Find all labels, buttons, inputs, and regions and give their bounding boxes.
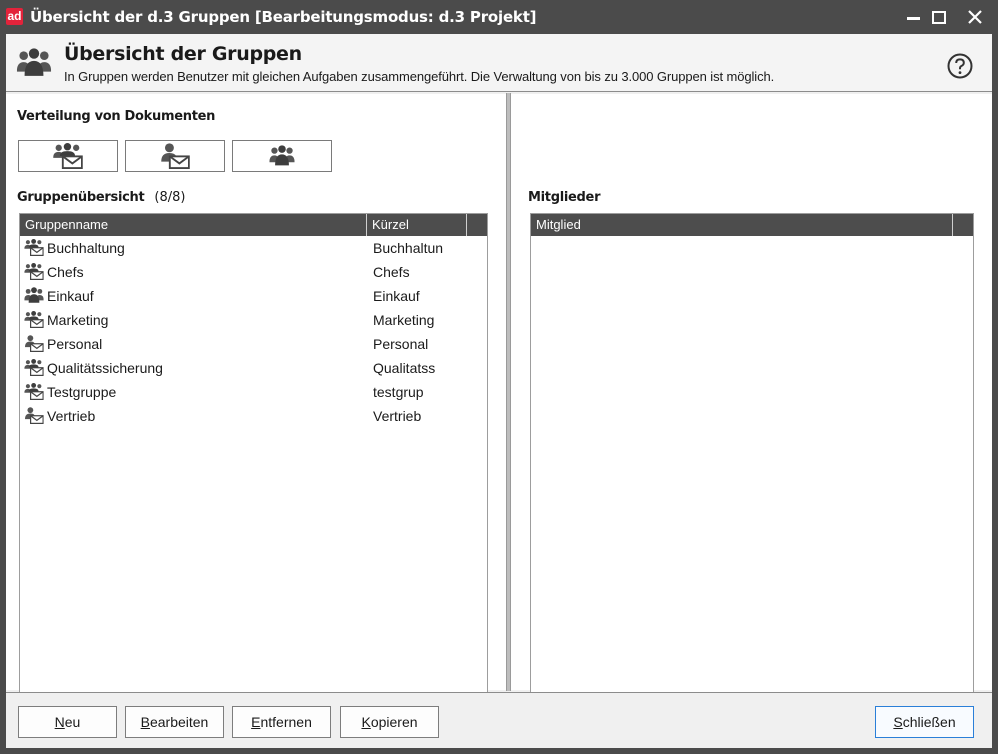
column-header-group-name[interactable]: Gruppenname (20, 214, 367, 236)
group-name: Qualitätssicherung (47, 359, 163, 376)
groups-list-header: Gruppenname Kürzel (20, 214, 487, 236)
group-mail-icon (24, 359, 44, 376)
dialog-header: Übersicht der Gruppen In Gruppen werden … (6, 34, 992, 92)
group-icon (14, 48, 54, 78)
table-row[interactable]: Testgruppe testgrup (20, 380, 487, 404)
edit-button-label: earbeiten (149, 714, 209, 730)
groups-panel: Verteilung von Dokumenten Gruppenübersic… (6, 94, 506, 705)
user-mail-icon (160, 143, 190, 169)
group-name-cell: Buchhaltung (24, 239, 125, 256)
group-name-cell: Vertrieb (24, 407, 95, 424)
table-row[interactable]: Vertrieb Vertrieb (20, 404, 487, 428)
copy-button-accel: K (361, 714, 371, 730)
user-mail-icon (24, 335, 44, 352)
group-mail-icon (24, 263, 44, 280)
group-name: Marketing (47, 311, 109, 328)
groups-overview-title: Gruppenübersicht (17, 190, 145, 205)
title-bar[interactable]: ad Übersicht der d.3 Gruppen [Bearbeitun… (0, 0, 998, 34)
table-row[interactable]: Qualitätssicherung Qualitatss (20, 356, 487, 380)
group-mail-icon (24, 311, 44, 328)
group-short-name: Qualitatss (373, 360, 436, 376)
app-logo: ad (6, 8, 23, 25)
group-name: Chefs (47, 263, 84, 280)
group-short-name: testgrup (373, 384, 424, 400)
new-button[interactable]: Neu (18, 706, 117, 738)
table-row[interactable]: Einkauf Einkauf (20, 284, 487, 308)
column-header-member[interactable]: Mitglied (531, 214, 953, 236)
group-mail-icon (24, 239, 44, 256)
group-short-name: Marketing (373, 312, 435, 328)
new-button-label: eu (64, 714, 81, 730)
minimize-icon (906, 16, 920, 20)
distribute-group-mail-button[interactable] (18, 140, 118, 172)
group-short-name: Vertrieb (373, 408, 422, 424)
dialog-footer: Neu Bearbeiten Entfernen Kopieren Schlie… (6, 692, 992, 748)
distribute-group-button[interactable] (232, 140, 332, 172)
page-title: Übersicht der Gruppen (64, 43, 302, 65)
copy-button[interactable]: Kopieren (340, 706, 439, 738)
groups-overview-label: Gruppenübersicht (8/8) (17, 190, 185, 205)
group-name-cell: Qualitätssicherung (24, 359, 163, 376)
page-description: In Gruppen werden Benutzer mit gleichen … (64, 69, 775, 84)
members-panel: Mitglieder Mitglied (511, 94, 992, 705)
group-name-cell: Personal (24, 335, 102, 352)
group-name: Personal (47, 335, 103, 352)
help-icon[interactable] (947, 53, 973, 79)
dialog-client-area: Übersicht der Gruppen In Gruppen werden … (6, 34, 992, 748)
table-row[interactable]: Chefs Chefs (20, 260, 487, 284)
remove-button-accel: E (251, 714, 261, 730)
members-label: Mitglieder (528, 190, 601, 205)
distribute-user-mail-button[interactable] (125, 140, 225, 172)
application-window: ad Übersicht der d.3 Gruppen [Bearbeitun… (0, 0, 998, 754)
group-name: Buchhaltung (47, 239, 125, 256)
window-title: Übersicht der d.3 Gruppen [Bearbeitungsm… (30, 8, 537, 26)
group-name: Einkauf (47, 287, 94, 304)
group-name: Vertrieb (47, 407, 96, 424)
table-row[interactable]: Buchhaltung Buchhaltun (20, 236, 487, 260)
group-mail-icon (24, 383, 44, 400)
group-name-cell: Einkauf (24, 287, 94, 304)
group-icon (24, 287, 44, 304)
group-icon (267, 145, 297, 167)
close-window-button[interactable] (958, 2, 992, 32)
remove-button[interactable]: Entfernen (232, 706, 331, 738)
close-button-accel: S (893, 714, 903, 730)
user-mail-icon (24, 407, 44, 424)
maximize-button[interactable] (922, 2, 956, 32)
group-name-cell: Testgruppe (24, 383, 116, 400)
remove-button-label: ntfernen (260, 714, 312, 730)
group-mail-icon (53, 143, 83, 169)
group-name-cell: Marketing (24, 311, 108, 328)
group-name: Testgruppe (47, 383, 117, 400)
close-icon (968, 10, 982, 24)
group-short-name: Personal (373, 336, 429, 352)
groups-count: (8/8) (154, 190, 186, 205)
column-header-short-name[interactable]: Kürzel (367, 214, 467, 236)
members-list-header: Mitglied (531, 214, 973, 236)
edit-button-accel: B (140, 714, 150, 730)
group-short-name: Buchhaltun (373, 240, 444, 256)
members-list[interactable]: Mitglied (530, 213, 974, 705)
group-short-name: Einkauf (373, 288, 420, 304)
copy-button-label: opieren (370, 714, 418, 730)
new-button-accel: N (54, 714, 65, 730)
close-button[interactable]: Schließen (875, 706, 974, 738)
groups-list[interactable]: Gruppenname Kürzel Buchhaltung Buchhaltun… (19, 213, 488, 705)
maximize-icon (932, 10, 946, 24)
group-name-cell: Chefs (24, 263, 84, 280)
table-row[interactable]: Personal Personal (20, 332, 487, 356)
distribution-label: Verteilung von Dokumenten (17, 109, 216, 124)
group-short-name: Chefs (373, 264, 410, 280)
table-row[interactable]: Marketing Marketing (20, 308, 487, 332)
edit-button[interactable]: Bearbeiten (125, 706, 224, 738)
close-button-label: chließen (902, 714, 956, 730)
